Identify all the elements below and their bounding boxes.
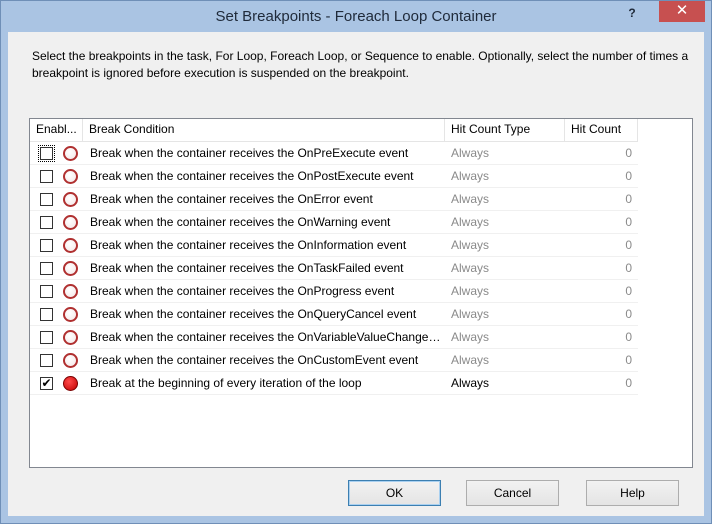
- hit-count-cell[interactable]: 0: [567, 234, 632, 257]
- breakpoint-disabled-icon: [63, 146, 78, 161]
- hit-count-type-cell[interactable]: Always: [451, 211, 561, 234]
- enable-checkbox[interactable]: [40, 354, 53, 367]
- grid-header: Enabl... Break Condition Hit Count Type …: [30, 119, 638, 142]
- breakpoint-row[interactable]: Break when the container receives the On…: [30, 280, 638, 303]
- break-condition-text: Break when the container receives the On…: [90, 215, 391, 229]
- breakpoint-row[interactable]: Break when the container receives the On…: [30, 188, 638, 211]
- hit-count-type-cell[interactable]: Always: [451, 280, 561, 303]
- enable-checkbox[interactable]: [40, 170, 53, 183]
- hit-count-type-cell[interactable]: Always: [451, 326, 561, 349]
- breakpoint-row[interactable]: ✔ Break at the beginning of every iterati…: [30, 372, 638, 395]
- hit-count-type-cell[interactable]: Always: [451, 257, 561, 280]
- breakpoint-disabled-icon: [63, 307, 78, 322]
- break-condition-text: Break when the container receives the On…: [90, 353, 419, 367]
- enable-checkbox[interactable]: [40, 239, 53, 252]
- help-button[interactable]: Help: [586, 480, 679, 506]
- break-condition-text: Break when the container receives the On…: [90, 261, 404, 275]
- close-icon[interactable]: ✕: [659, 1, 705, 22]
- hit-count-cell[interactable]: 0: [567, 326, 632, 349]
- hit-count-cell[interactable]: 0: [567, 280, 632, 303]
- help-question-icon[interactable]: ?: [621, 5, 643, 23]
- ok-button[interactable]: OK: [348, 480, 441, 506]
- hit-count-cell[interactable]: 0: [567, 372, 632, 395]
- breakpoint-row[interactable]: Break when the container receives the On…: [30, 349, 638, 372]
- enable-checkbox[interactable]: [40, 193, 53, 206]
- hit-count-type-cell[interactable]: Always: [451, 349, 561, 372]
- enable-checkbox[interactable]: [40, 331, 53, 344]
- hit-count-cell[interactable]: 0: [567, 303, 632, 326]
- breakpoints-grid[interactable]: Enabl... Break Condition Hit Count Type …: [29, 118, 693, 468]
- break-condition-text: Break when the container receives the On…: [90, 330, 442, 344]
- title-bar[interactable]: Set Breakpoints - Foreach Loop Container…: [1, 1, 711, 32]
- hit-count-cell[interactable]: 0: [567, 188, 632, 211]
- break-condition-text: Break when the container receives the On…: [90, 284, 395, 298]
- enable-checkbox[interactable]: [38, 145, 55, 162]
- hit-count-type-cell[interactable]: Always: [451, 188, 561, 211]
- breakpoint-disabled-icon: [63, 215, 78, 230]
- breakpoint-disabled-icon: [63, 192, 78, 207]
- column-header-hit-count[interactable]: Hit Count: [565, 119, 638, 141]
- cancel-button[interactable]: Cancel: [466, 480, 559, 506]
- hit-count-type-cell[interactable]: Always: [451, 372, 561, 395]
- hit-count-cell[interactable]: 0: [567, 211, 632, 234]
- enable-checkbox[interactable]: [40, 308, 53, 321]
- break-condition-text: Break when the container receives the On…: [90, 146, 409, 160]
- breakpoint-disabled-icon: [63, 330, 78, 345]
- hit-count-cell[interactable]: 0: [567, 257, 632, 280]
- hit-count-cell[interactable]: 0: [567, 142, 632, 165]
- breakpoint-disabled-icon: [63, 169, 78, 184]
- hit-count-type-cell[interactable]: Always: [451, 142, 561, 165]
- break-condition-text: Break at the beginning of every iteratio…: [90, 376, 362, 390]
- hit-count-type-cell[interactable]: Always: [451, 165, 561, 188]
- dialog-body: Select the breakpoints in the task, For …: [8, 32, 704, 516]
- breakpoint-enabled-icon: [63, 376, 78, 391]
- breakpoint-row[interactable]: Break when the container receives the On…: [30, 234, 638, 257]
- hit-count-type-cell[interactable]: Always: [451, 234, 561, 257]
- breakpoint-disabled-icon: [63, 284, 78, 299]
- enable-checkbox[interactable]: [40, 285, 53, 298]
- breakpoint-disabled-icon: [63, 353, 78, 368]
- enable-checkbox[interactable]: [40, 216, 53, 229]
- enable-checkbox[interactable]: [40, 262, 53, 275]
- enable-checkbox[interactable]: ✔: [40, 377, 53, 390]
- column-header-break-condition[interactable]: Break Condition: [83, 119, 445, 141]
- break-condition-text: Break when the container receives the On…: [90, 238, 407, 252]
- breakpoint-row[interactable]: Break when the container receives the On…: [30, 211, 638, 234]
- breakpoint-row[interactable]: Break when the container receives the On…: [30, 303, 638, 326]
- breakpoint-disabled-icon: [63, 261, 78, 276]
- break-condition-text: Break when the container receives the On…: [90, 192, 373, 206]
- break-condition-text: Break when the container receives the On…: [90, 169, 414, 183]
- hit-count-cell[interactable]: 0: [567, 349, 632, 372]
- column-header-enabled[interactable]: Enabl...: [30, 119, 83, 141]
- breakpoint-row[interactable]: Break when the container receives the On…: [30, 165, 638, 188]
- breakpoint-row[interactable]: Break when the container receives the On…: [30, 326, 638, 349]
- window-title: Set Breakpoints - Foreach Loop Container: [215, 8, 497, 25]
- hit-count-cell[interactable]: 0: [567, 165, 632, 188]
- dialog-window: Set Breakpoints - Foreach Loop Container…: [0, 0, 712, 524]
- instructions-text: Select the breakpoints in the task, For …: [32, 49, 689, 80]
- breakpoint-row[interactable]: Break when the container receives the On…: [30, 257, 638, 280]
- break-condition-text: Break when the container receives the On…: [90, 307, 417, 321]
- hit-count-type-cell[interactable]: Always: [451, 303, 561, 326]
- breakpoint-row[interactable]: Break when the container receives the On…: [30, 142, 638, 165]
- column-header-hit-count-type[interactable]: Hit Count Type: [445, 119, 565, 141]
- breakpoint-disabled-icon: [63, 238, 78, 253]
